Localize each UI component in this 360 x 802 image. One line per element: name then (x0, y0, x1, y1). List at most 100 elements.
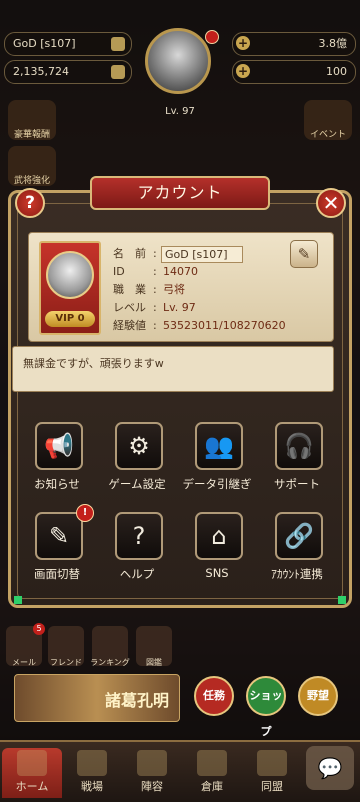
corner-gem (14, 596, 22, 604)
alert-badge: ! (76, 504, 94, 522)
close-button[interactable]: ✕ (316, 188, 346, 218)
menu-notice[interactable]: 📢 お知らせ (18, 418, 96, 500)
chat-button[interactable]: 💬 (306, 746, 354, 790)
tab-battlefield[interactable]: 戦場 (62, 748, 122, 798)
top-status-bar: GoD [s107] 2,135,724 Lv. 97 + 3.8億 + 100 (0, 24, 360, 117)
stamina-value: 100 (326, 65, 347, 78)
info-value: Lv. 97 (163, 301, 196, 314)
headset-icon: 🎧 (275, 422, 323, 470)
side-event-event[interactable]: イベント (304, 100, 352, 140)
tab-home[interactable]: ホーム (2, 748, 62, 798)
tab-label: 倉庫 (201, 780, 223, 793)
menu-data-transfer[interactable]: 👥 データ引継ぎ (178, 418, 256, 500)
profile-comment[interactable]: 無課金ですが、頑張りますw (12, 346, 334, 392)
mail-count-badge: 5 (33, 623, 45, 635)
info-row-job: 職 業: 弓将 (113, 281, 313, 299)
gold-row[interactable]: + 3.8億 (232, 32, 356, 56)
event-banner[interactable]: 諸葛孔明 (14, 674, 180, 722)
home-icon (17, 750, 47, 776)
info-row-id: ID: 14070 (113, 263, 313, 281)
tab-label: 戦場 (81, 780, 103, 793)
dialog-title: アカウント (90, 176, 270, 210)
account-link-icon: 🔗 (275, 512, 323, 560)
player-name-row: GoD [s107] (4, 32, 132, 56)
side-event-reward[interactable]: 豪華報酬 (8, 100, 56, 140)
quick-access-bar: 5 メール フレンド ランキング 図鑑 (0, 620, 360, 672)
info-row-level: レベル: Lv. 97 (113, 299, 313, 317)
tab-label: ホーム (15, 780, 49, 793)
help-scroll-icon: ? (115, 512, 163, 560)
add-gold-icon[interactable]: + (236, 36, 250, 50)
info-value: 弓将 (163, 283, 185, 296)
stamina-row[interactable]: + 100 (232, 60, 356, 84)
users-transfer-icon: 👥 (195, 422, 243, 470)
info-label: ID (113, 265, 125, 278)
alliance-icon (257, 750, 287, 776)
warehouse-icon (197, 750, 227, 776)
ranking-button[interactable]: ランキング (90, 626, 130, 667)
info-colon: : (153, 265, 157, 278)
tab-warehouse[interactable]: 倉庫 (182, 748, 242, 798)
crossed-swords-icon (111, 65, 125, 79)
vip-badge: VIP 0 (45, 311, 95, 327)
menu-support[interactable]: 🎧 サポート (258, 418, 336, 500)
player-level: Lv. 97 (165, 106, 195, 117)
quick-label: フレンド (50, 658, 82, 667)
friend-button[interactable]: フレンド (48, 626, 84, 667)
tab-formation[interactable]: 陣容 (122, 748, 182, 798)
menu-account-link[interactable]: 🔗 ｱｶｳﾝﾄ連携 (258, 508, 336, 590)
power-row: 2,135,724 (4, 60, 132, 84)
info-value: 14070 (163, 265, 198, 278)
shop-button[interactable]: ショップ (246, 676, 286, 738)
helmet-icon (137, 750, 167, 776)
gear-icon: ⚙ (115, 422, 163, 470)
mission-button[interactable]: 任務 (194, 676, 234, 716)
menu-label: ゲーム設定 (108, 477, 166, 491)
corner-gem (338, 596, 346, 604)
side-event-label: 武将強化 (13, 176, 50, 186)
tab-label: 同盟 (261, 780, 283, 793)
chat-bubble-icon: 💬 (317, 756, 343, 780)
menu-label: お知らせ (34, 477, 80, 491)
menu-screen-switch[interactable]: ✎ ! 画面切替 (18, 504, 96, 590)
info-colon: : (153, 283, 157, 296)
info-colon: : (153, 319, 157, 332)
mail-button[interactable]: 5 メール (6, 623, 45, 667)
profile-panel: VIP 0 名 前: GoD [s107] ID: 14070 職 業: 弓将 … (28, 232, 334, 342)
menu-help[interactable]: ? ヘルプ (98, 508, 176, 590)
menu-label: ヘルプ (119, 567, 155, 581)
info-label: 名 前 (113, 247, 146, 260)
edit-name-button[interactable]: ✎ (290, 240, 318, 268)
menu-game-settings[interactable]: ⚙ ゲーム設定 (98, 418, 176, 500)
quick-label: 図鑑 (146, 658, 162, 667)
name-field: GoD [s107] (161, 246, 243, 263)
encyclopedia-button[interactable]: 図鑑 (136, 626, 172, 667)
info-colon: : (153, 247, 157, 260)
menu-label: データ引継ぎ (182, 477, 252, 491)
quick-label: ランキング (90, 658, 130, 667)
ambition-button[interactable]: 野望 (298, 676, 338, 716)
home-icon: ⌂ (195, 512, 243, 560)
notification-badge (205, 30, 219, 44)
banner-text: 諸葛孔明 (104, 691, 169, 710)
side-event-strengthen[interactable]: 武将強化 (8, 146, 56, 186)
tab-alliance[interactable]: 同盟 (242, 748, 302, 798)
resources: + 3.8億 + 100 (232, 32, 356, 88)
menu-label: ｱｶｳﾝﾄ連携 (271, 567, 323, 581)
character-portrait (46, 251, 94, 299)
gold-value: 3.8億 (318, 37, 348, 50)
help-button[interactable]: ? (15, 188, 45, 218)
info-label: 職 業 (113, 283, 146, 296)
side-event-label: 豪華報酬 (13, 130, 50, 140)
menu-label: サポート (274, 477, 320, 491)
add-stamina-icon[interactable]: + (236, 64, 250, 78)
player-avatar[interactable] (145, 28, 211, 94)
menu-label: SNS (205, 566, 229, 580)
portrait-banner: VIP 0 (39, 241, 101, 335)
info-row-name: 名 前: GoD [s107] (113, 245, 313, 263)
battle-icon (77, 750, 107, 776)
info-row-exp: 経験値: 53523011/108270620 (113, 317, 313, 335)
player-name: GoD [s107] (13, 37, 76, 50)
menu-sns[interactable]: ⌂ SNS (178, 508, 256, 590)
screen-switch-icon: ✎ (35, 512, 83, 560)
